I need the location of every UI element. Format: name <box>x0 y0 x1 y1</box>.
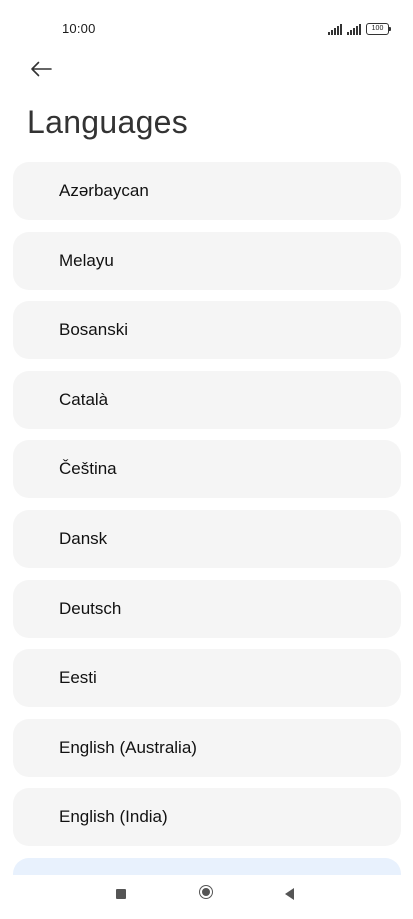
language-label: Dansk <box>59 528 108 548</box>
language-list: Azərbaycan Melayu Bosanski Català Češtin… <box>13 162 401 919</box>
battery-icon: 100 <box>366 23 391 35</box>
language-item-deutsch[interactable]: Deutsch <box>13 579 401 638</box>
language-item-english-australia[interactable]: English (Australia) <box>13 718 401 777</box>
language-label: Eesti <box>59 668 97 688</box>
navigation-bar <box>0 875 413 919</box>
language-item-cestina[interactable]: Čeština <box>13 440 401 499</box>
language-item-azerbaycan[interactable]: Azərbaycan <box>13 162 401 220</box>
back-icon[interactable] <box>285 888 294 900</box>
language-label: Català <box>59 389 109 409</box>
page-title: Languages <box>27 104 189 140</box>
language-label: Deutsch <box>59 598 122 618</box>
back-button[interactable] <box>24 52 58 86</box>
screen: 10:00 100 Languages Azərbaycan Melayu Bo… <box>0 0 413 919</box>
home-icon[interactable] <box>199 885 213 899</box>
language-label: English (Australia) <box>59 737 197 757</box>
language-label: Bosanski <box>59 320 128 340</box>
language-label: Melayu <box>59 250 114 270</box>
language-item-melayu[interactable]: Melayu <box>13 231 401 290</box>
signal-icon <box>328 24 342 35</box>
language-label: Azərbaycan <box>59 181 149 200</box>
language-label: Čeština <box>59 459 117 479</box>
recents-icon[interactable] <box>116 889 126 899</box>
language-item-english-india[interactable]: English (India) <box>13 788 401 847</box>
language-item-eesti[interactable]: Eesti <box>13 649 401 708</box>
language-label: English (India) <box>59 807 168 827</box>
language-item-catala[interactable]: Català <box>13 370 401 429</box>
signal-icon <box>347 24 361 35</box>
language-item-dansk[interactable]: Dansk <box>13 509 401 568</box>
battery-level: 100 <box>366 23 389 35</box>
arrow-left-icon <box>31 61 52 77</box>
status-bar: 10:00 100 <box>0 0 413 50</box>
status-time: 10:00 <box>62 21 96 36</box>
language-item-bosanski[interactable]: Bosanski <box>13 301 401 360</box>
status-icons: 100 <box>328 21 391 35</box>
